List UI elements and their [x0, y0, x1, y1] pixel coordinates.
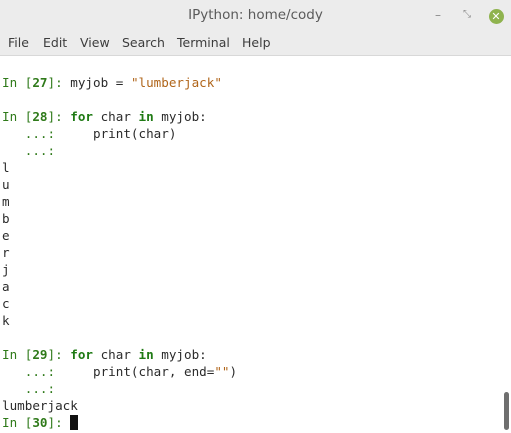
menu-file[interactable]: File: [8, 35, 29, 50]
close-button[interactable]: ✕: [486, 5, 506, 25]
output-char: c: [2, 296, 10, 311]
prompt-number: 30: [32, 415, 48, 430]
minimize-icon: –: [435, 8, 441, 22]
continuation-prompt: ...:: [2, 143, 56, 158]
prompt-label: In [: [2, 109, 33, 124]
title-bar[interactable]: IPython: home/cody – ⤡ ✕: [0, 0, 511, 30]
input-line-28: In [28]: for char in myjob:: [2, 108, 207, 125]
code-text: print(char, end=: [62, 364, 215, 379]
scrollbar-thumb[interactable]: [504, 392, 509, 430]
prompt-suffix: ]:: [47, 347, 71, 362]
output-char: b: [2, 211, 10, 226]
keyword-for: for: [70, 109, 94, 124]
prompt-label: In [: [2, 347, 33, 362]
code-text: myjob:: [153, 347, 207, 362]
vertical-scrollbar[interactable]: [502, 56, 511, 433]
output-char: a: [2, 279, 10, 294]
keyword-in: in: [138, 109, 154, 124]
code-text: myjob:: [153, 109, 207, 124]
output-char: r: [2, 245, 10, 260]
output-char: k: [2, 313, 10, 328]
input-line-30[interactable]: In [30]:: [2, 414, 79, 431]
continuation-prompt: ...:: [2, 364, 63, 379]
prompt-label: In [: [2, 415, 33, 430]
minimize-button[interactable]: –: [428, 5, 448, 25]
continuation-line: ...: print(char, end=""): [2, 363, 237, 380]
code-text: myjob =: [70, 75, 131, 90]
prompt-suffix: ]:: [47, 415, 71, 430]
prompt-suffix: ]:: [47, 75, 71, 90]
output-char: j: [2, 262, 10, 277]
input-line-29: In [29]: for char in myjob:: [2, 346, 207, 363]
continuation-line: ...: print(char): [2, 125, 177, 142]
output-text: lumberjack: [2, 398, 78, 413]
output-char: u: [2, 177, 10, 192]
output-char: e: [2, 228, 10, 243]
maximize-button[interactable]: ⤡: [457, 5, 477, 25]
close-icon: ✕: [488, 9, 504, 24]
menu-terminal[interactable]: Terminal: [177, 35, 230, 50]
maximize-icon: ⤡: [463, 9, 471, 20]
continuation-line: ...:: [2, 142, 55, 159]
prompt-number: 28: [32, 109, 48, 124]
code-text: char: [93, 109, 139, 124]
prompt-number: 29: [32, 347, 48, 362]
menu-bar: File Edit View Search Terminal Help: [0, 30, 511, 56]
prompt-number: 27: [32, 75, 48, 90]
continuation-line: ...:: [2, 380, 55, 397]
keyword-in: in: [138, 347, 154, 362]
code-text: char: [93, 347, 139, 362]
continuation-prompt: ...:: [2, 381, 56, 396]
text-cursor: [70, 415, 79, 430]
prompt-label: In [: [2, 75, 33, 90]
prompt-suffix: ]:: [47, 109, 71, 124]
string-literal: "lumberjack": [130, 75, 222, 90]
input-line-27: In [27]: myjob = "lumberjack": [2, 74, 222, 91]
output-char: l: [2, 160, 10, 175]
string-literal: "": [214, 364, 230, 379]
menu-view[interactable]: View: [80, 35, 110, 50]
code-text: ): [229, 364, 238, 379]
code-text: print(char): [62, 126, 177, 141]
menu-edit[interactable]: Edit: [43, 35, 67, 50]
continuation-prompt: ...:: [2, 126, 63, 141]
menu-help[interactable]: Help: [242, 35, 271, 50]
keyword-for: for: [70, 347, 94, 362]
menu-search[interactable]: Search: [122, 35, 165, 50]
terminal-output[interactable]: In [27]: myjob = "lumberjack" In [28]: f…: [0, 56, 502, 433]
output-char: m: [2, 194, 10, 209]
terminal-window: IPython: home/cody – ⤡ ✕ File Edit View …: [0, 0, 511, 433]
